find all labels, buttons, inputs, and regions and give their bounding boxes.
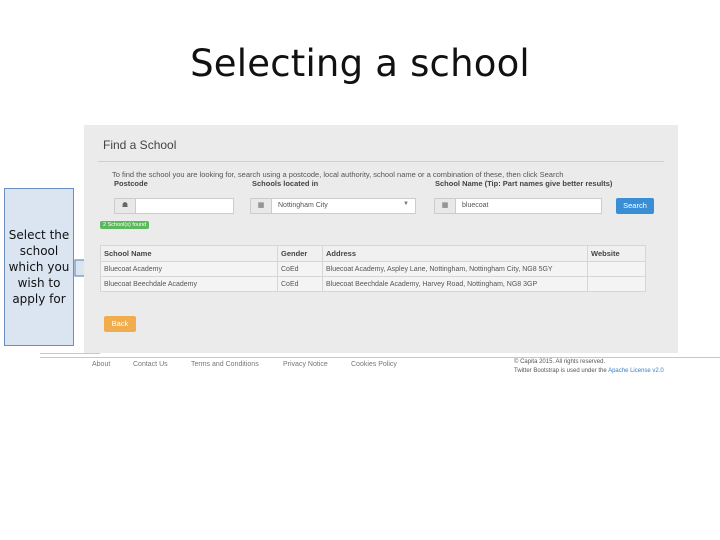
school-name-label: School Name (Tip: Part names give better… — [435, 179, 613, 188]
copyright-text: © Capita 2015. All rights reserved. — [514, 359, 606, 365]
table-row[interactable]: Bluecoat Academy CoEd Bluecoat Academy, … — [100, 261, 646, 277]
back-button[interactable]: Back — [104, 316, 136, 332]
footer-link-terms[interactable]: Terms and Conditions — [191, 361, 259, 368]
table-row[interactable]: Bluecoat Beechdale Academy CoEd Bluecoat… — [100, 276, 646, 292]
footer-link-about[interactable]: About — [92, 361, 110, 368]
located-in-value: Nottingham City — [278, 202, 328, 209]
gender-cell: CoEd — [277, 261, 323, 277]
address-cell: Bluecoat Academy, Aspley Lane, Nottingha… — [322, 261, 588, 277]
school-name-cell[interactable]: Bluecoat Academy — [100, 261, 278, 277]
school-name-cell[interactable]: Bluecoat Beechdale Academy — [100, 276, 278, 292]
column-header-school-name: School Name — [100, 245, 278, 262]
gender-cell: CoEd — [277, 276, 323, 292]
footer-divider — [40, 353, 100, 354]
column-header-address: Address — [322, 245, 588, 262]
footer-link-privacy[interactable]: Privacy Notice — [283, 361, 328, 368]
website-cell — [587, 276, 646, 292]
chevron-down-icon: ▼ — [403, 201, 409, 207]
building-icon: ▦ — [251, 199, 272, 213]
footer-copyright: © Capita 2015. All rights reserved. Twit… — [514, 358, 664, 376]
license-text: Twitter Bootstrap is used under the — [514, 368, 609, 374]
address-cell: Bluecoat Beechdale Academy, Harvey Road,… — [322, 276, 588, 292]
home-icon: ☗ — [115, 199, 136, 213]
find-school-panel: Find a School To find the school you are… — [84, 125, 678, 353]
located-in-label: Schools located in — [252, 179, 319, 188]
results-table: School Name Gender Address Website Bluec… — [100, 245, 646, 292]
school-name-input[interactable]: ▦ bluecoat — [434, 198, 602, 214]
panel-title: Find a School — [103, 138, 177, 152]
results-count-badge: 2 School(s) found — [100, 221, 150, 229]
search-button[interactable]: Search — [616, 198, 654, 214]
license-link[interactable]: Apache License v2.0 — [608, 368, 664, 374]
footer-link-cookies[interactable]: Cookies Policy — [351, 361, 397, 368]
located-in-select[interactable]: ▦ Nottingham City ▼ — [250, 198, 416, 214]
column-header-gender: Gender — [277, 245, 323, 262]
school-name-value: bluecoat — [462, 202, 489, 209]
slide-title: Selecting a school — [190, 42, 530, 85]
building-icon: ▦ — [435, 199, 456, 213]
postcode-label: Postcode — [114, 179, 148, 188]
website-cell — [587, 261, 646, 277]
footer-link-contact[interactable]: Contact Us — [133, 361, 168, 368]
column-header-website: Website — [587, 245, 646, 262]
instructions-text: To find the school you are looking for, … — [112, 170, 564, 179]
postcode-input[interactable]: ☗ — [114, 198, 234, 214]
divider — [98, 161, 664, 162]
callout-box: Select the school which you wish to appl… — [4, 188, 74, 346]
